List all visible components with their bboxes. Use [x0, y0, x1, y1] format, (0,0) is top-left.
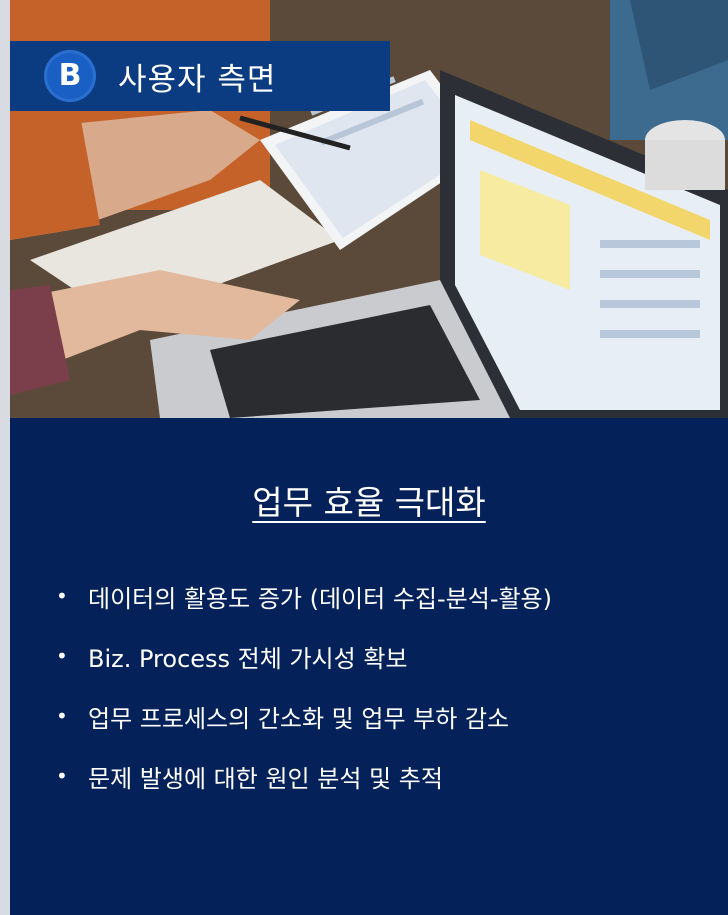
logo-icon: B: [44, 50, 96, 102]
list-item: • 문제 발생에 대한 원인 분석 및 추적: [56, 746, 552, 806]
list-item: • Biz. Process 전체 가시성 확보: [56, 626, 552, 686]
bullet-icon: •: [56, 704, 68, 728]
list-item-text: 문제 발생에 대한 원인 분석 및 추적: [88, 764, 443, 793]
list-item-text: Biz. Process 전체 가시성 확보: [88, 644, 408, 673]
page-edge: [0, 0, 10, 915]
bullet-icon: •: [56, 584, 68, 608]
bullet-list: • 데이터의 활용도 증가 (데이터 수집-분석-활용) • Biz. Proc…: [56, 566, 552, 806]
list-item: • 데이터의 활용도 증가 (데이터 수집-분석-활용): [56, 566, 552, 626]
list-item: • 업무 프로세스의 간소화 및 업무 부하 감소: [56, 686, 552, 746]
bullet-icon: •: [56, 644, 68, 668]
section-title: 사용자 측면: [118, 61, 277, 98]
list-item-text: 업무 프로세스의 간소화 및 업무 부하 감소: [88, 704, 510, 733]
content-panel: 업무 효율 극대화 • 데이터의 활용도 증가 (데이터 수집-분석-활용) •…: [10, 418, 728, 915]
section-header: B 사용자 측면: [10, 41, 390, 111]
panel-title: 업무 효율 극대화: [252, 483, 486, 522]
list-item-text: 데이터의 활용도 증가 (데이터 수집-분석-활용): [88, 584, 553, 613]
bullet-icon: •: [56, 764, 68, 788]
logo-letter: B: [58, 58, 82, 93]
